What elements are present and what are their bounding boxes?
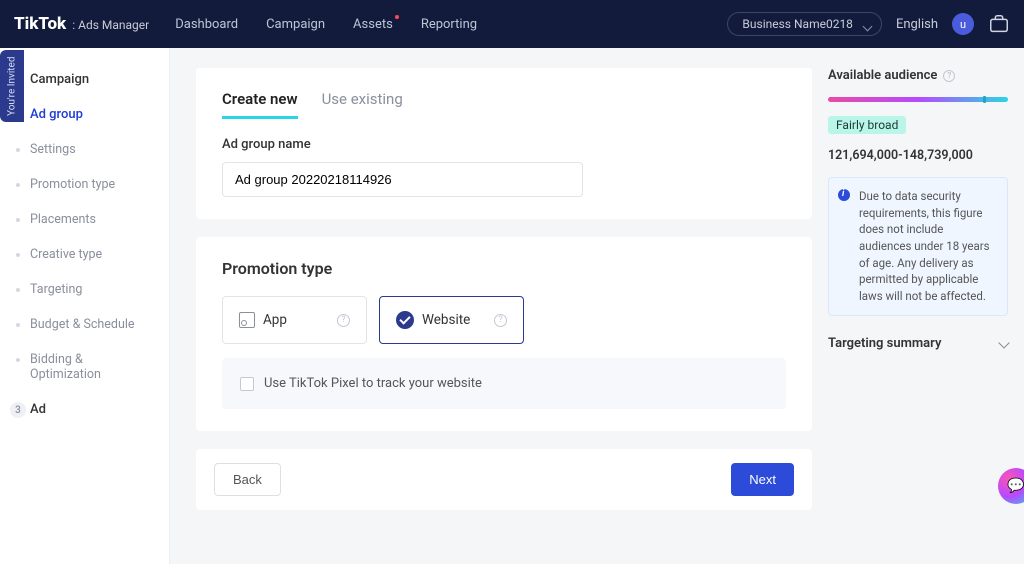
- brand: TikTok : Ads Manager: [14, 14, 149, 34]
- app-icon: [239, 312, 255, 328]
- option-app[interactable]: App ?: [222, 296, 367, 344]
- option-app-label: App: [263, 312, 287, 328]
- sidebar-targeting[interactable]: Targeting: [0, 272, 169, 307]
- invite-tab[interactable]: You're Invited: [0, 50, 24, 122]
- sidebar-ad[interactable]: Ad: [0, 392, 169, 427]
- help-icon[interactable]: ?: [337, 314, 350, 327]
- tab-create-new[interactable]: Create new: [222, 90, 298, 119]
- briefcase-icon[interactable]: [988, 13, 1010, 35]
- chevron-down-icon: [998, 338, 1009, 349]
- audience-notice: Due to data security requirements, this …: [828, 177, 1008, 316]
- business-selector[interactable]: Business Name0218: [727, 12, 882, 36]
- promotion-title: Promotion type: [222, 259, 786, 278]
- brand-subtitle: : Ads Manager: [72, 18, 149, 32]
- nav-dashboard[interactable]: Dashboard: [175, 17, 238, 32]
- content: Create new Use existing Ad group name Pr…: [170, 48, 1024, 564]
- adgroup-name-input[interactable]: [222, 162, 583, 197]
- sidebar-promotion-type[interactable]: Promotion type: [0, 167, 169, 202]
- sidebar-budget[interactable]: Budget & Schedule: [0, 307, 169, 342]
- option-website-label: Website: [422, 312, 470, 328]
- sidebar-placements[interactable]: Placements: [0, 202, 169, 237]
- pixel-label: Use TikTok Pixel to track your website: [264, 376, 482, 391]
- sidebar: Campaign Ad group Settings Promotion typ…: [0, 48, 170, 564]
- promotion-card: Promotion type App ? Website ? Use: [196, 237, 812, 431]
- promotion-options: App ? Website ?: [222, 296, 786, 344]
- targeting-summary[interactable]: Targeting summary: [828, 330, 1008, 357]
- audience-title: Available audience: [828, 68, 937, 83]
- pixel-row: Use TikTok Pixel to track your website: [222, 358, 786, 409]
- option-website[interactable]: Website ?: [379, 296, 524, 344]
- check-icon: [396, 311, 414, 329]
- tab-use-existing[interactable]: Use existing: [322, 90, 403, 119]
- audience-range: 121,694,000-148,739,000: [828, 148, 1008, 163]
- brand-logo: TikTok: [14, 14, 66, 34]
- targeting-summary-label: Targeting summary: [828, 336, 941, 351]
- invite-tab-label: You're Invited: [7, 56, 18, 115]
- help-icon[interactable]: ?: [943, 70, 955, 82]
- help-icon[interactable]: ?: [494, 314, 507, 327]
- audience-title-row: Available audience ?: [828, 68, 1008, 83]
- next-button[interactable]: Next: [731, 463, 794, 496]
- pixel-checkbox[interactable]: [240, 377, 254, 391]
- nav-reporting[interactable]: Reporting: [421, 17, 477, 32]
- main-column: Create new Use existing Ad group name Pr…: [196, 68, 812, 510]
- nav-assets[interactable]: Assets: [353, 17, 393, 32]
- sidebar-creative-type[interactable]: Creative type: [0, 237, 169, 272]
- sidebar-campaign[interactable]: Campaign: [0, 62, 169, 97]
- nav-campaign[interactable]: Campaign: [266, 17, 325, 32]
- tabs: Create new Use existing: [222, 90, 786, 119]
- footer: Back Next: [196, 449, 812, 510]
- audience-gauge: [828, 97, 1008, 102]
- sidebar-adgroup[interactable]: Ad group: [0, 97, 169, 132]
- audience-badge: Fairly broad: [828, 116, 906, 134]
- avatar[interactable]: u: [952, 13, 974, 35]
- top-right: Business Name0218 English u: [727, 12, 1010, 36]
- sidebar-bidding[interactable]: Bidding & Optimization: [0, 342, 169, 392]
- nav-links: Dashboard Campaign Assets Reporting: [175, 17, 477, 32]
- sidebar-settings[interactable]: Settings: [0, 132, 169, 167]
- adgroup-name-label: Ad group name: [222, 137, 786, 152]
- right-panel: Available audience ? Fairly broad 121,69…: [828, 68, 1008, 357]
- language-selector[interactable]: English: [896, 17, 938, 32]
- adgroup-card: Create new Use existing Ad group name: [196, 68, 812, 219]
- back-button[interactable]: Back: [214, 463, 281, 496]
- top-nav: TikTok : Ads Manager Dashboard Campaign …: [0, 0, 1024, 48]
